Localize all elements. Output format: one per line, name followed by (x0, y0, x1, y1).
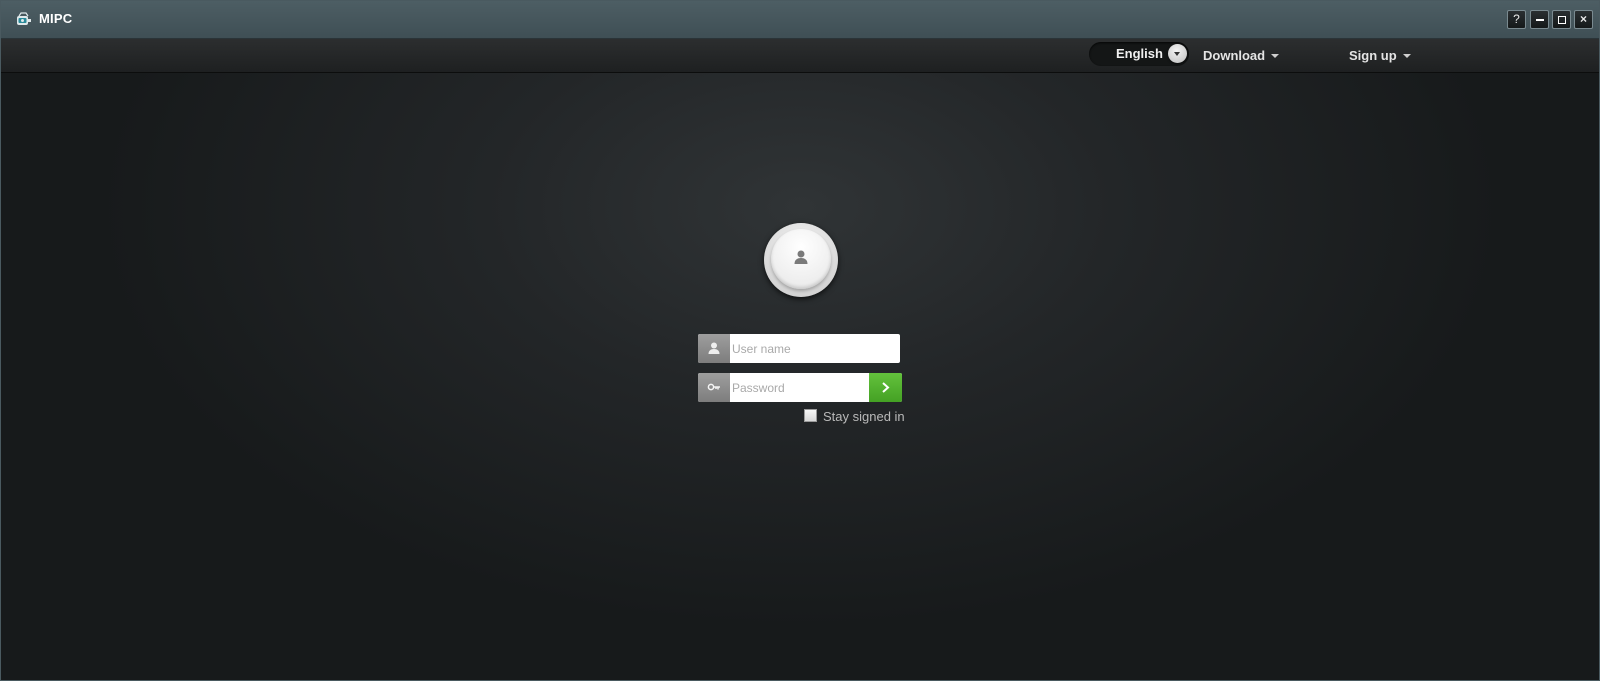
language-label: English (1116, 46, 1163, 61)
username-field (698, 334, 900, 363)
user-icon (794, 250, 808, 264)
chevron-down-icon[interactable] (1168, 44, 1187, 63)
stay-signed-in-label: Stay signed in (823, 409, 905, 424)
password-input[interactable] (731, 373, 866, 402)
caret-down-icon[interactable] (1271, 54, 1279, 58)
maximize-button[interactable] (1552, 10, 1571, 29)
minimize-button[interactable] (1530, 10, 1549, 29)
app-window: MIPC ? × English Download Sign up User n… (0, 0, 1600, 681)
user-icon (708, 342, 720, 354)
top-nav-bar: English Download Sign up (1, 39, 1599, 73)
username-input[interactable] (731, 334, 898, 363)
download-menu[interactable]: Download (1203, 48, 1265, 64)
key-icon (707, 383, 720, 391)
password-icon-box (698, 373, 730, 402)
stay-signed-in-checkbox[interactable] (804, 409, 817, 422)
password-field (698, 373, 902, 402)
login-submit-button[interactable] (869, 373, 902, 402)
help-button[interactable]: ? (1507, 10, 1526, 29)
title-bar[interactable]: MIPC ? × (1, 1, 1599, 39)
caret-down-icon[interactable] (1403, 54, 1411, 58)
camera-app-icon (17, 12, 31, 25)
app-title: MIPC (39, 11, 73, 26)
avatar-inner (771, 229, 831, 289)
avatar (764, 223, 838, 297)
username-icon-box (698, 334, 730, 363)
login-panel: Stay signed in (1, 73, 1599, 680)
signup-menu[interactable]: Sign up (1349, 48, 1397, 64)
arrow-right-icon (882, 382, 890, 393)
close-button[interactable]: × (1574, 10, 1593, 29)
